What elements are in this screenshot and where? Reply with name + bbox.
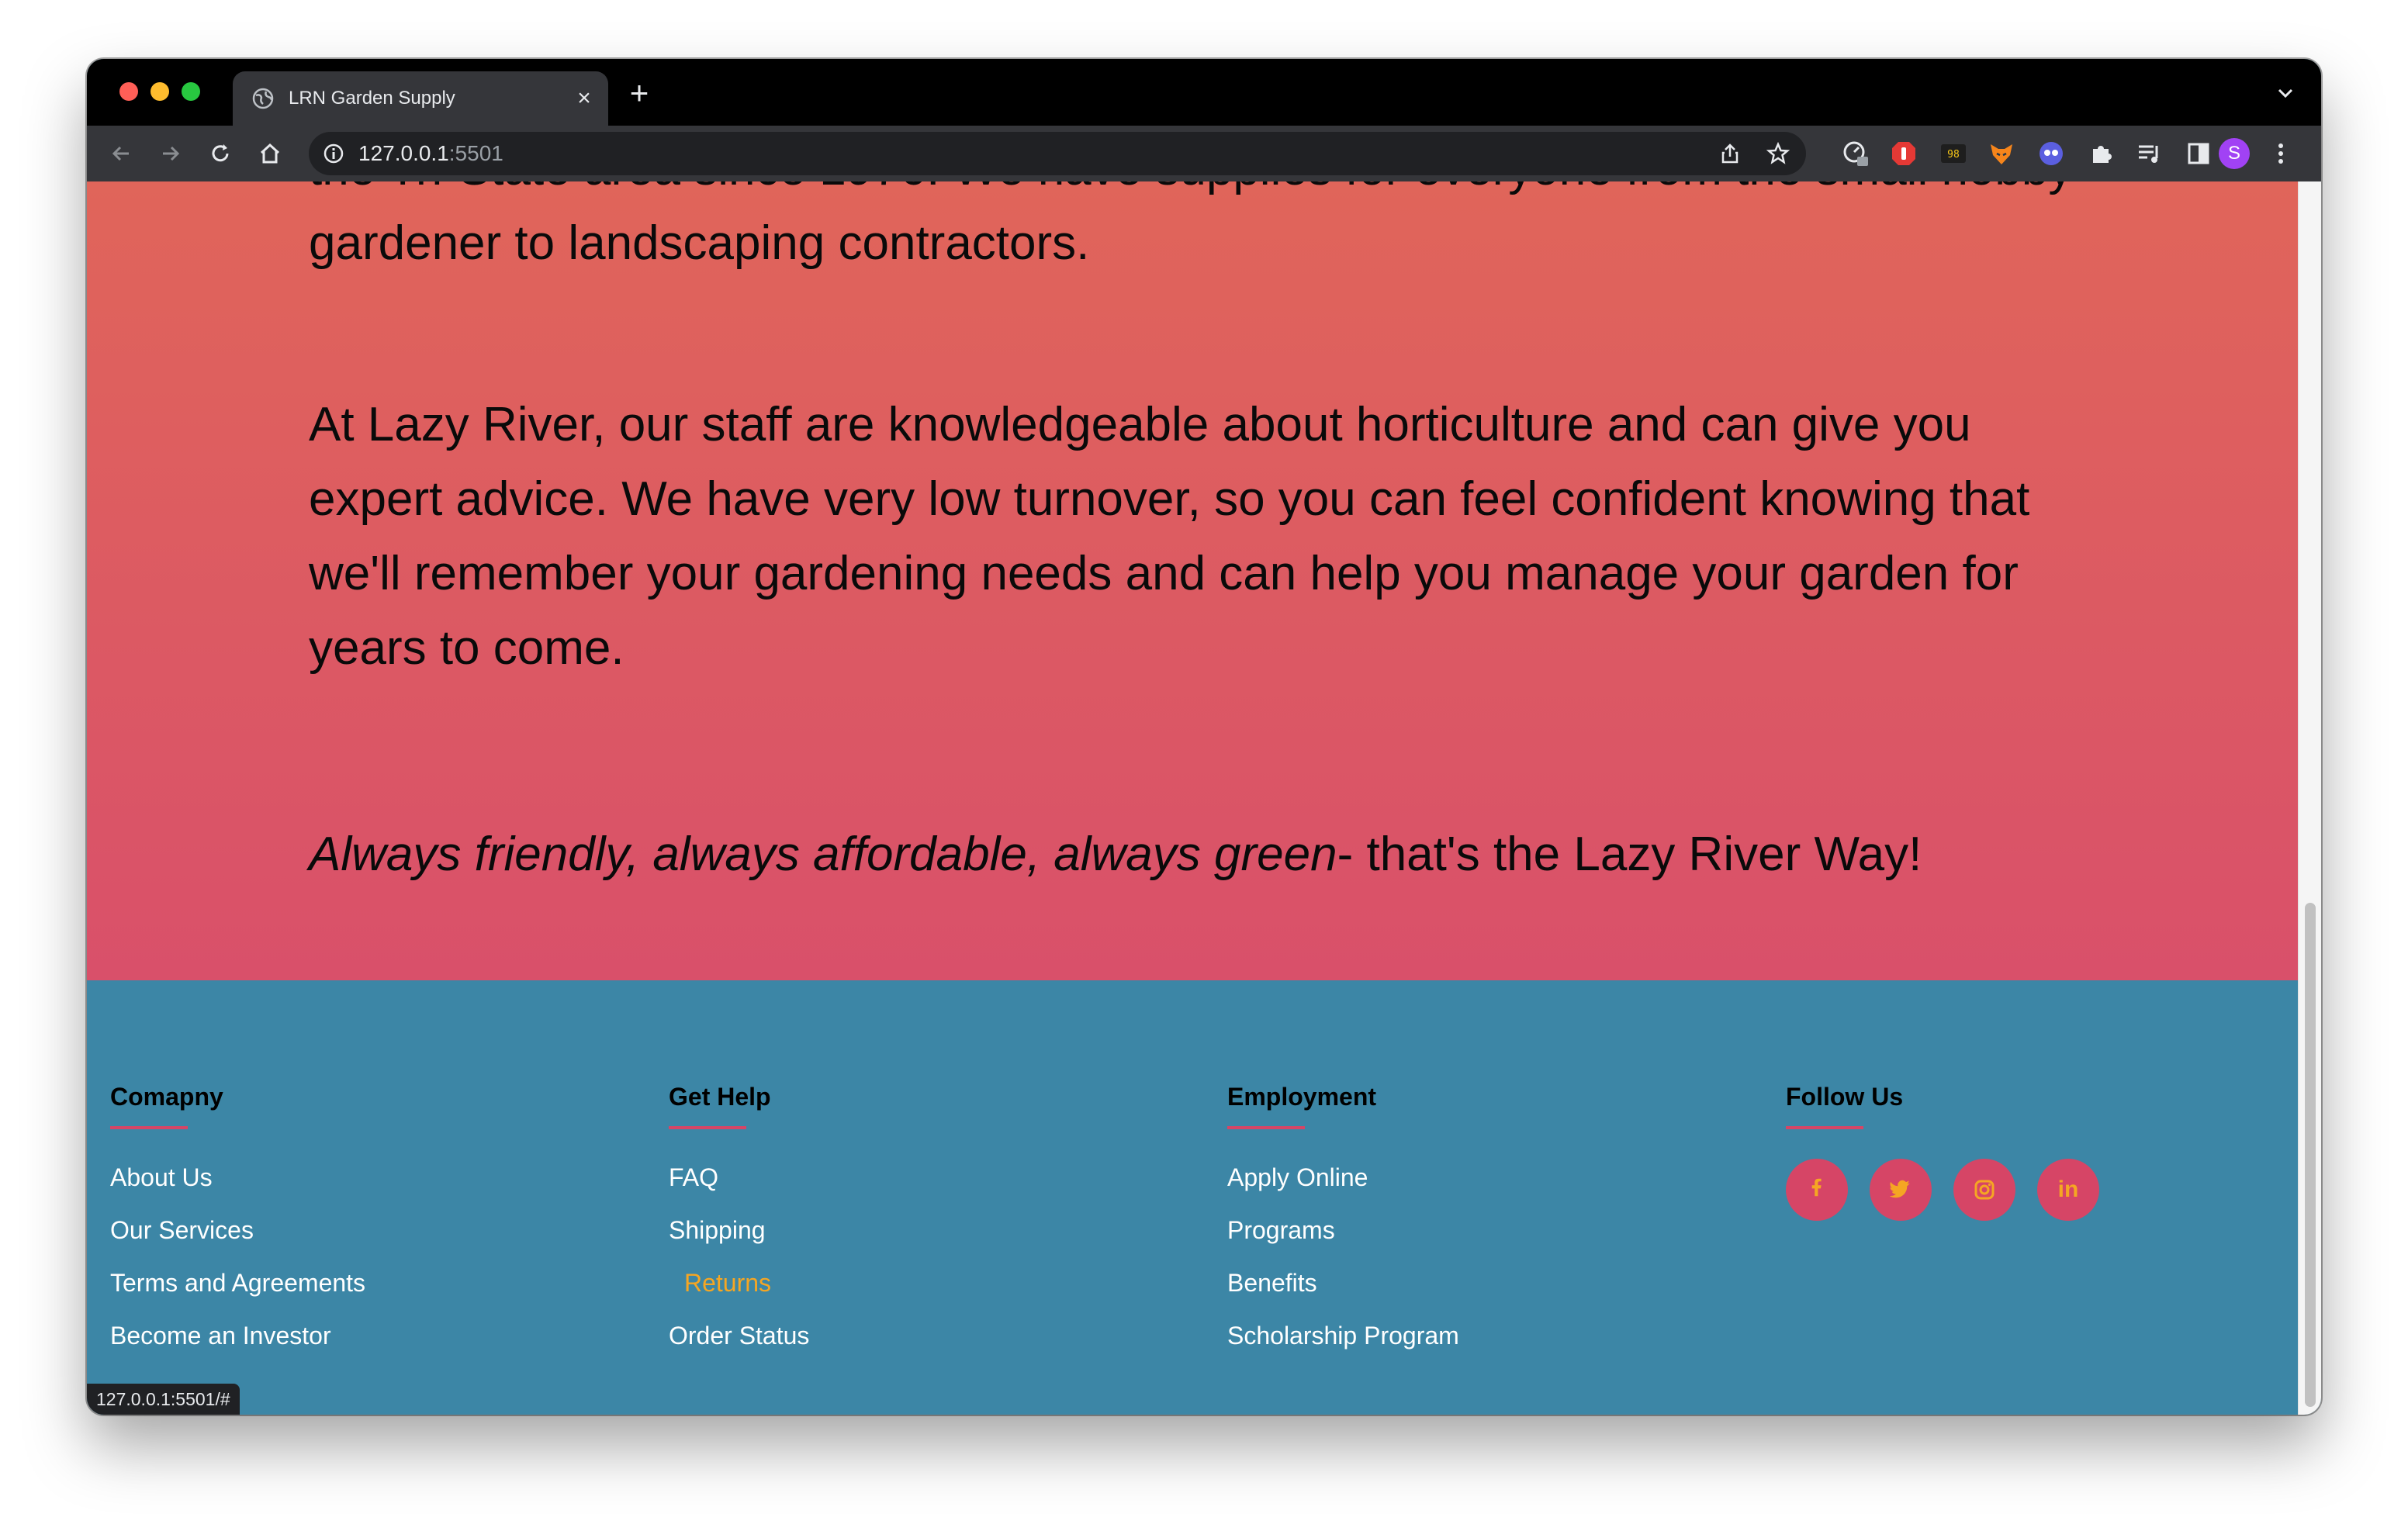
about-paragraph-1: the Tri-State area since 1976. We have s…	[309, 181, 2072, 270]
extension-fox-icon[interactable]	[1988, 140, 2015, 168]
instagram-icon	[1974, 1180, 1995, 1200]
back-arrow-icon[interactable]	[107, 140, 135, 168]
social-links: in	[1786, 1159, 2321, 1221]
linkedin-icon: in	[2057, 1177, 2079, 1202]
zoom-window-button[interactable]	[182, 82, 200, 101]
info-icon[interactable]	[323, 143, 344, 164]
footer-heading-help: Get Help	[669, 1083, 771, 1111]
footer-link-terms[interactable]: Terms and Agreements	[110, 1267, 653, 1298]
browser-toolbar: 127.0.0.1:5501 98 S	[87, 126, 2321, 181]
linkedin-button[interactable]: in	[2037, 1159, 2099, 1221]
reload-icon[interactable]	[206, 140, 234, 168]
footer-column-follow: Follow Us in	[1786, 1081, 2321, 1221]
footer-heading-follow: Follow Us	[1786, 1083, 1904, 1111]
tagline-rest: - that's the Lazy River Way!	[1337, 828, 1922, 881]
page-viewport: the Tri-State area since 1976. We have s…	[87, 181, 2321, 1415]
extension-adblock-icon[interactable]	[1890, 140, 1918, 168]
footer-link-faq[interactable]: FAQ	[669, 1162, 1212, 1193]
footer-column-company: Comapny About Us Our Services Terms and …	[110, 1081, 653, 1373]
tagline-italic: Always friendly, always affordable, alwa…	[309, 828, 1337, 881]
footer-link-order-status[interactable]: Order Status	[669, 1320, 1212, 1351]
extension-gauge-icon[interactable]	[1842, 140, 1870, 168]
profile-avatar[interactable]: S	[2219, 138, 2250, 169]
vertical-scrollbar[interactable]	[2298, 181, 2321, 1415]
footer-link-apply-online[interactable]: Apply Online	[1227, 1162, 1770, 1193]
minimize-window-button[interactable]	[150, 82, 169, 101]
footer-link-programs[interactable]: Programs	[1227, 1215, 1770, 1246]
heading-underline	[1786, 1126, 1863, 1129]
twitter-icon	[1889, 1180, 1910, 1198]
extension-98-icon[interactable]: 98	[1939, 140, 1967, 168]
active-tab[interactable]: LRN Garden Supply ×	[233, 71, 608, 126]
extension-owl-icon[interactable]	[2037, 140, 2065, 168]
footer-heading-employment: Employment	[1227, 1083, 1377, 1111]
globe-icon	[252, 88, 274, 109]
side-panel-icon[interactable]	[2185, 140, 2213, 168]
tab-strip: LRN Garden Supply × +	[87, 59, 2321, 126]
instagram-button[interactable]	[1953, 1159, 2015, 1221]
close-window-button[interactable]	[119, 82, 138, 101]
forward-arrow-icon[interactable]	[157, 140, 185, 168]
footer-link-shipping[interactable]: Shipping	[669, 1215, 1212, 1246]
share-icon[interactable]	[1718, 141, 1742, 166]
star-icon[interactable]	[1766, 141, 1790, 166]
browser-window: LRN Garden Supply × + 127.0.0.1:5501 98 …	[87, 59, 2321, 1415]
footer-link-scholarship[interactable]: Scholarship Program	[1227, 1320, 1770, 1351]
facebook-icon	[1811, 1178, 1822, 1197]
home-icon[interactable]	[256, 140, 284, 168]
heading-underline	[669, 1126, 746, 1129]
url-text: 127.0.0.1:5501	[358, 141, 503, 165]
heading-underline	[110, 1126, 188, 1129]
heading-underline	[1227, 1126, 1305, 1129]
tab-title: LRN Garden Supply	[289, 88, 455, 109]
new-tab-button[interactable]: +	[622, 76, 656, 110]
footer-heading-company: Comapny	[110, 1083, 223, 1111]
address-bar[interactable]: 127.0.0.1:5501	[309, 132, 1806, 175]
twitter-button[interactable]	[1870, 1159, 1932, 1221]
status-url-bubble: 127.0.0.1:5501/#	[87, 1384, 240, 1415]
close-tab-icon[interactable]: ×	[571, 85, 597, 112]
extensions-puzzle-icon[interactable]	[2087, 140, 2115, 168]
facebook-button[interactable]	[1786, 1159, 1848, 1221]
more-menu-icon[interactable]	[2267, 140, 2295, 168]
chevron-down-icon[interactable]	[2273, 81, 2298, 105]
about-paragraph-2: At Lazy River, our staff are knowledgeab…	[309, 398, 2030, 675]
tagline: Always friendly, always affordable, alwa…	[309, 817, 2116, 892]
footer-link-returns[interactable]: Returns	[669, 1267, 1212, 1298]
about-section: the Tri-State area since 1976. We have s…	[87, 181, 2298, 980]
footer-link-investor[interactable]: Become an Investor	[110, 1320, 653, 1351]
footer-link-about-us[interactable]: About Us	[110, 1162, 653, 1193]
footer-column-help: Get Help FAQ Shipping Returns Order Stat…	[669, 1081, 1212, 1373]
svg-text:98: 98	[1947, 149, 1960, 161]
site-footer: Comapny About Us Our Services Terms and …	[87, 980, 2298, 1415]
footer-link-our-services[interactable]: Our Services	[110, 1215, 653, 1246]
footer-link-benefits[interactable]: Benefits	[1227, 1267, 1770, 1298]
footer-column-employment: Employment Apply Online Programs Benefit…	[1227, 1081, 1770, 1373]
scrollbar-thumb[interactable]	[2305, 903, 2316, 1407]
reading-list-icon[interactable]	[2135, 140, 2163, 168]
